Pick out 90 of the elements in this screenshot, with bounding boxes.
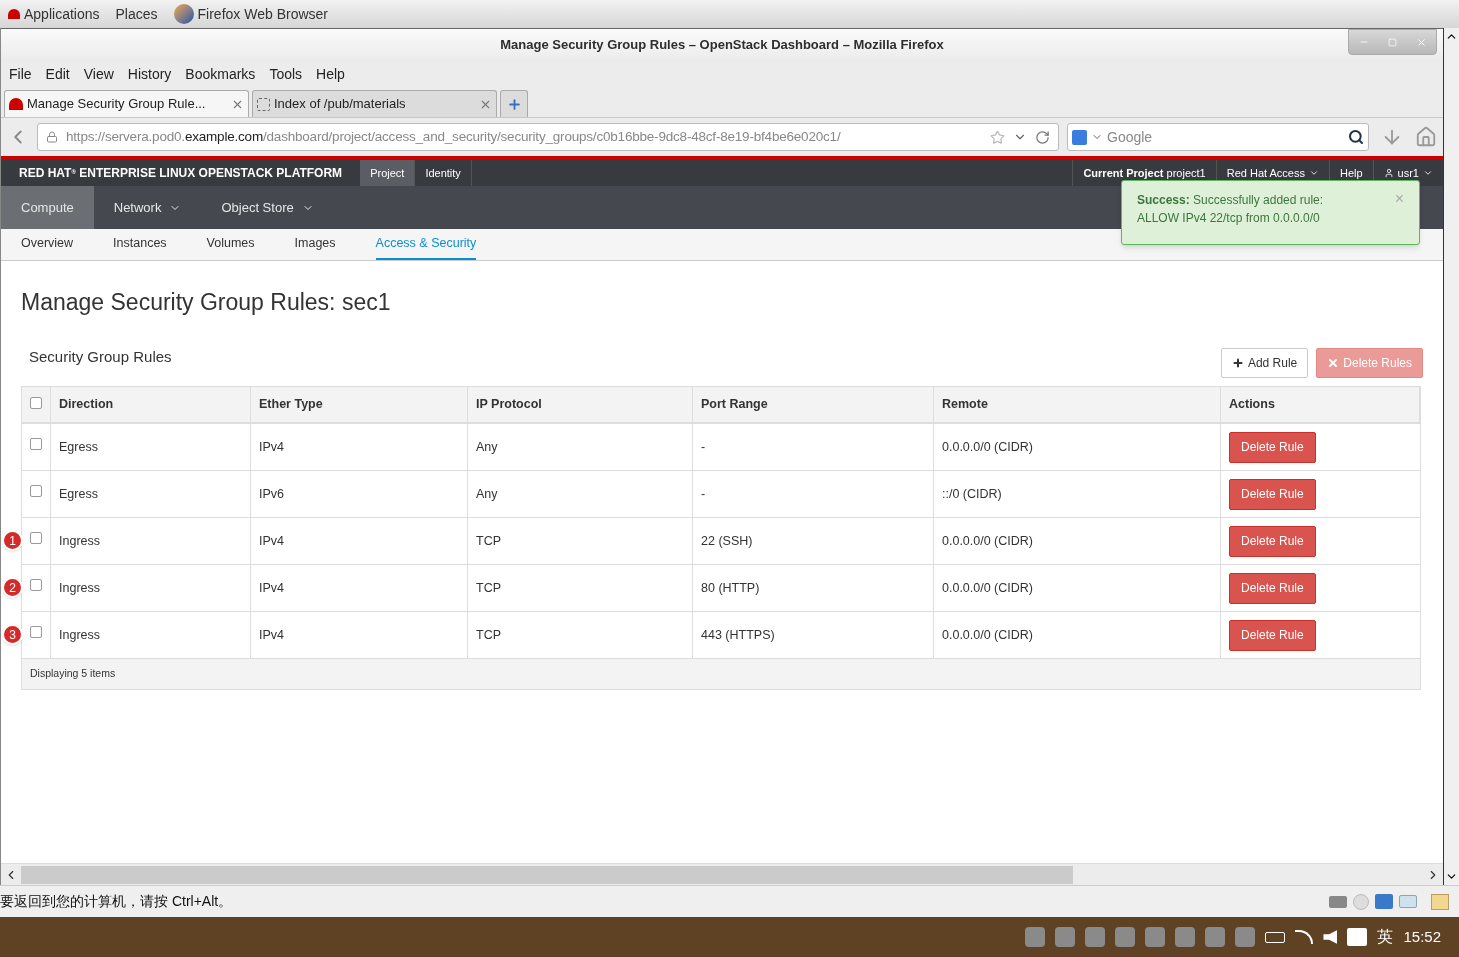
table-cell-text: Any [476, 438, 498, 456]
new-tab-button[interactable] [500, 90, 528, 117]
number-badge: 1 [2, 530, 23, 551]
cross-icon [1327, 357, 1340, 369]
clock: 15:52 [1403, 926, 1441, 947]
address-bar[interactable]: https://servera.pod0.example.com/dashboard/project/access_and_security/security_groups/c0b16bbe-9dc8-48cf-8e19-bf4be6e020c1/ [37, 123, 1059, 151]
delete-rule-button[interactable]: Delete Rule [1229, 431, 1316, 463]
caret-icon [1423, 168, 1433, 178]
table-cell-text: IPv4 [259, 438, 284, 456]
checkbox[interactable] [30, 579, 42, 591]
menu-item[interactable]: History [127, 63, 172, 85]
menu-item[interactable]: Tools [269, 63, 303, 85]
subnav-tab[interactable]: Overview [21, 229, 74, 260]
table-cell-text: Ingress [59, 579, 100, 597]
search-icon[interactable] [1348, 129, 1364, 145]
table-cell-text: Egress [59, 485, 98, 503]
window-title: Manage Security Group Rules – OpenStack Dashboard – Mozilla Firefox [500, 35, 944, 54]
column-header: Port Range [701, 396, 768, 414]
header-tab[interactable]: Project [360, 160, 416, 186]
home-icon[interactable] [1415, 126, 1437, 148]
table-cell-text: Egress [59, 438, 98, 456]
checkbox[interactable] [30, 485, 42, 497]
table-cell-text: 0.0.0.0/0 (CIDR) [942, 626, 1033, 644]
delete-rule-button[interactable]: Delete Rule [1229, 572, 1316, 604]
menu-item[interactable]: Edit [45, 63, 70, 85]
delete-rule-button[interactable]: Delete Rule [1229, 619, 1316, 651]
search-field[interactable]: Google [1067, 123, 1369, 151]
status-message: 要返回到您的计算机，请按 Ctrl+Alt。 [0, 892, 234, 911]
table-cell-text: IPv4 [259, 579, 284, 597]
table-cell-text: IPv4 [259, 626, 284, 644]
column-header: Direction [59, 396, 114, 414]
table-cell-text: - [701, 438, 706, 456]
page-title: Manage Security Group Rules: sec1 [21, 288, 392, 317]
table-cell-text: ::/0 (CIDR) [942, 485, 1002, 503]
desktop-menu-item[interactable]: Places [115, 3, 158, 25]
column-header: Ether Type [259, 396, 323, 414]
subnav-tab[interactable]: Volumes [206, 229, 255, 260]
subnav-tab[interactable]: Images [294, 229, 336, 260]
brand-logo: RED HAT$^{®}$ ENTERPRISE LINUX OPENSTACK PLATFORM [18, 165, 344, 182]
desktop-menu-item[interactable]: Applications [8, 3, 100, 25]
delete-rule-button[interactable]: Delete Rule [1229, 525, 1316, 557]
number-badge: 3 [2, 624, 23, 645]
table-cell-text: TCP [476, 626, 501, 644]
reload-icon[interactable] [1035, 129, 1050, 145]
nav-tab[interactable]: Object Store [201, 186, 334, 229]
menu-item[interactable]: Bookmarks [185, 63, 256, 85]
browser-tab[interactable]: Manage Security Group Rule... [4, 90, 249, 117]
nav-tab[interactable]: Compute [1, 186, 94, 229]
nav-tab[interactable]: Network [93, 186, 202, 229]
search-input[interactable]: Google [1107, 126, 1344, 148]
ime-indicator[interactable]: 英 [1377, 925, 1394, 949]
checkbox[interactable] [30, 532, 42, 544]
subnav-tab[interactable]: Instances [113, 229, 167, 260]
table-cell-text: 0.0.0.0/0 (CIDR) [942, 579, 1033, 597]
column-header: Remote [942, 396, 988, 414]
table-cell-text: IPv4 [259, 532, 284, 550]
menu-item[interactable]: View [83, 63, 114, 85]
table-cell-text: Ingress [59, 532, 100, 550]
table-cell-text: TCP [476, 579, 501, 597]
checkbox[interactable] [30, 626, 42, 638]
table-cell-text: 443 (HTTPS) [701, 626, 775, 644]
lock-icon [46, 131, 58, 143]
add-rule-button[interactable]: Add Rule [1220, 348, 1309, 378]
desktop-menu-item[interactable]: Firefox Web Browser [173, 3, 328, 25]
delete-rule-button[interactable]: Delete Rule [1229, 478, 1316, 510]
table-cell-text: Any [476, 485, 498, 503]
table-cell-text: 80 (HTTP) [701, 579, 760, 597]
star-icon[interactable] [990, 129, 1005, 145]
page-icon [257, 97, 270, 111]
menu-item[interactable]: File [9, 63, 32, 85]
checkbox[interactable] [30, 438, 42, 450]
table-cell-text: 22 (SSH) [701, 532, 753, 550]
table-cell-text: 0.0.0.0/0 (CIDR) [942, 532, 1033, 550]
table-cell-text: Ingress [59, 626, 100, 644]
checkbox[interactable] [30, 397, 42, 409]
column-header: IP Protocol [476, 396, 542, 414]
table-cell-text: TCP [476, 532, 501, 550]
table-cell-text: - [701, 485, 706, 503]
table-footer: Displaying 5 items [30, 666, 116, 682]
section-title: Security Group Rules [28, 346, 173, 367]
toast-message: Success: Successfully added rule: ALLOW IPv4 22/tcp from 0.0.0.0/0 [1137, 192, 1325, 227]
scrollbar-thumb[interactable] [21, 865, 1073, 884]
user-icon [1383, 168, 1394, 178]
menu-item[interactable]: Help [316, 63, 345, 85]
table-cell-text: 0.0.0.0/0 (CIDR) [942, 438, 1033, 456]
browser-tab[interactable]: Index of /pub/materials [252, 90, 497, 117]
caret-icon [1308, 168, 1319, 178]
column-header: Actions [1229, 396, 1275, 414]
table-cell-text: IPv6 [259, 485, 284, 503]
number-badge: 2 [2, 577, 23, 598]
